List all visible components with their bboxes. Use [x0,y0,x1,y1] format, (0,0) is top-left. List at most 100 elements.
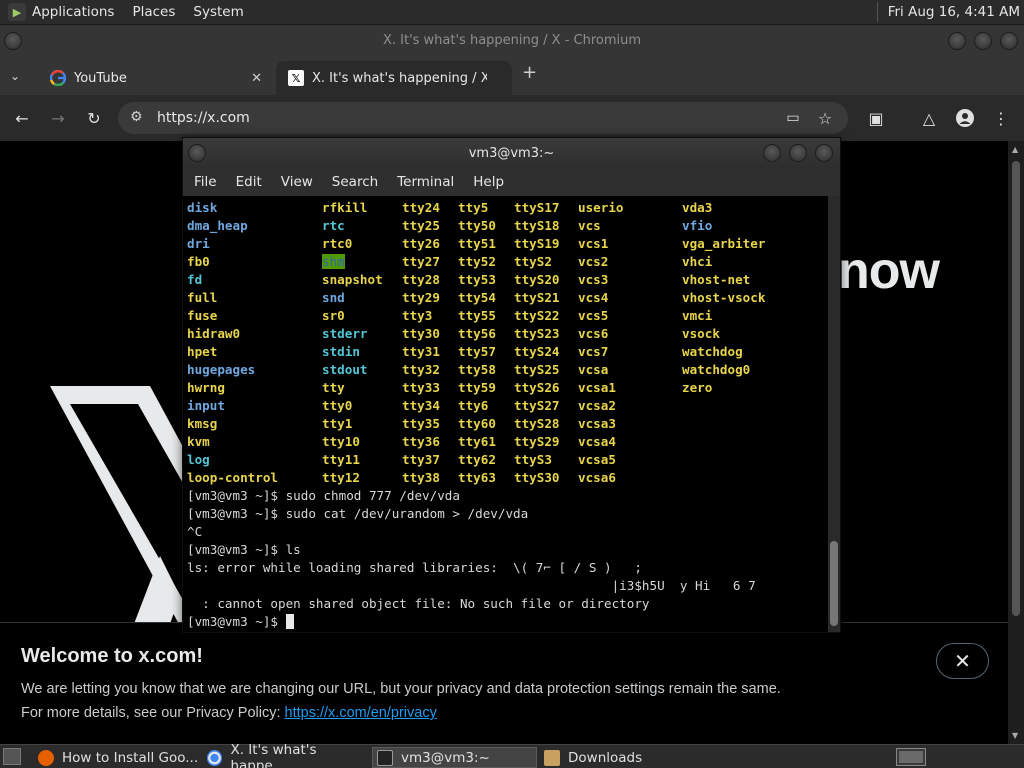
extensions-puzzle-icon[interactable]: ▣ [865,107,887,129]
scrollbar-thumb[interactable] [1012,161,1020,616]
ls-entry: vcs6 [578,326,609,341]
folder-icon [544,749,560,766]
forward-arrow-icon[interactable]: → [47,107,69,129]
ls-entry: log [187,452,210,467]
ls-entry: ttyS18 [514,218,560,233]
ls-entry: kvm [187,434,210,449]
show-desktop-icon[interactable] [3,748,21,765]
ls-entry: dri [187,236,210,251]
ls-entry: fuse [187,308,218,323]
ls-entry: tty51 [458,236,496,251]
window-menu-button[interactable] [4,32,22,50]
ls-entry: tty36 [402,434,440,449]
close-banner-button[interactable]: ✕ [936,643,989,679]
ls-entry: vcs7 [578,344,609,359]
ls-entry: tty56 [458,326,496,341]
menu-help[interactable]: Help [473,174,504,190]
welcome-message: We are letting you know that we are chan… [21,681,781,697]
task-label: vm3@vm3:~ [401,749,490,766]
ls-entry: zero [682,380,713,395]
ls-entry: tty30 [402,326,440,341]
ls-entry: vcs [578,218,601,233]
ls-entry: watchdog [682,344,743,359]
tab-strip: ⌄ YouTube ✕ 𝕏 X. It's what's happening /… [0,55,1024,95]
system-menu[interactable]: System [193,4,243,20]
task-firefox[interactable]: How to Install Goo... [34,747,202,768]
ls-entry: shm [322,254,345,269]
ls-entry: stdout [322,362,368,377]
ls-entry: loop-control [187,470,278,485]
tab-search-chevron-icon[interactable]: ⌄ [10,69,20,83]
places-menu[interactable]: Places [132,4,175,20]
ls-entry: ttyS25 [514,362,560,377]
menu-view[interactable]: View [281,174,313,190]
install-app-icon[interactable]: ▭ [782,107,804,129]
terminal-output[interactable]: disk dma_heap dri fb0 fd full fuse hidraw0 hpet h… [183,196,828,632]
terminal-titlebar[interactable]: vm3@vm3:~ [183,138,840,168]
menu-terminal[interactable]: Terminal [397,174,454,190]
ls-entry: tty5 [458,200,489,215]
terminal-scrollbar[interactable] [828,196,840,632]
browser-titlebar[interactable]: X. It's what's happening / X - Chromium [0,25,1024,55]
privacy-policy-link[interactable]: https://x.com/en/privacy [285,705,437,721]
page-scrollbar[interactable]: ▲ ▼ [1008,141,1024,744]
close-tab-icon[interactable]: ✕ [251,71,262,86]
terminal-scrollbar-thumb[interactable] [830,541,838,626]
terminal-window[interactable]: vm3@vm3:~ File Edit View Search Terminal… [182,137,841,633]
address-bar[interactable]: ⚙ https://x.com ▭ ☆ [118,102,848,134]
browser-menu-kebab-icon[interactable]: ⋮ [990,107,1012,129]
ls-entry: tty52 [458,254,496,269]
distro-logo-icon[interactable]: ▶ [8,3,26,21]
terminal-close-button[interactable] [815,144,833,162]
site-settings-icon[interactable]: ⚙ [130,109,143,125]
ls-entry: vcs5 [578,308,609,323]
terminal-window-menu-button[interactable] [188,144,206,162]
ls-entry: snd [322,290,345,305]
tab-x[interactable]: 𝕏 X. It's what's happening / X [276,61,512,95]
ls-entry: hidraw0 [187,326,241,341]
bottom-taskbar: How to Install Goo... X. It's what's hap… [0,742,1024,768]
ls-column: rfkill rtc rtc0 shm snapshot snd sr0 stderr stdi… [322,199,383,487]
maximize-button[interactable] [974,32,992,50]
ls-entry: tty0 [322,398,353,413]
task-label: Downloads [568,749,643,766]
url-text[interactable]: https://x.com [157,110,250,126]
menu-search[interactable]: Search [332,174,378,190]
ls-entry: stderr [322,326,368,341]
ls-entry: tty24 [402,200,440,215]
ls-entry: tty62 [458,452,496,467]
ls-entry: ttyS29 [514,434,560,449]
applications-menu[interactable]: Applications [32,4,114,20]
menu-file[interactable]: File [194,174,217,190]
ls-entry: vcs2 [578,254,609,269]
task-terminal[interactable]: vm3@vm3:~ [372,747,537,768]
close-window-button[interactable] [1000,32,1018,50]
labs-flask-icon[interactable]: △ [918,107,940,129]
terminal-maximize-button[interactable] [789,144,807,162]
task-chromium[interactable]: X. It's what's happe... [203,742,371,768]
profile-avatar-icon[interactable] [954,107,976,129]
bookmark-star-icon[interactable]: ☆ [814,107,836,129]
ls-entry: ttyS27 [514,398,560,413]
task-downloads[interactable]: Downloads [540,747,708,768]
browser-toolbar: ← → ↻ ⚙ https://x.com ▭ ☆ ▣ △ ⋮ [0,95,1024,141]
tab-youtube[interactable]: YouTube ✕ [38,61,272,95]
task-label: X. It's what's happe... [230,741,317,768]
ls-entry: vcsa3 [578,416,616,431]
back-arrow-icon[interactable]: ← [11,107,33,129]
scroll-up-arrow-icon[interactable]: ▲ [1012,145,1018,154]
terminal-minimize-button[interactable] [763,144,781,162]
ls-entry: ttyS2 [514,254,552,269]
menu-edit[interactable]: Edit [236,174,262,190]
ls-entry: vcsa1 [578,380,616,395]
new-tab-plus-icon[interactable]: + [522,62,537,83]
minimize-button[interactable] [948,32,966,50]
scroll-down-arrow-icon[interactable]: ▼ [1012,731,1018,740]
ls-entry: kmsg [187,416,218,431]
clock[interactable]: Fri Aug 16, 4:41 AM [888,4,1020,20]
workspace-switcher[interactable] [896,748,926,766]
reload-icon[interactable]: ↻ [83,107,105,129]
chromium-icon [207,749,223,766]
ls-entry: vcsa6 [578,470,616,485]
tab-label: YouTube [74,70,127,86]
